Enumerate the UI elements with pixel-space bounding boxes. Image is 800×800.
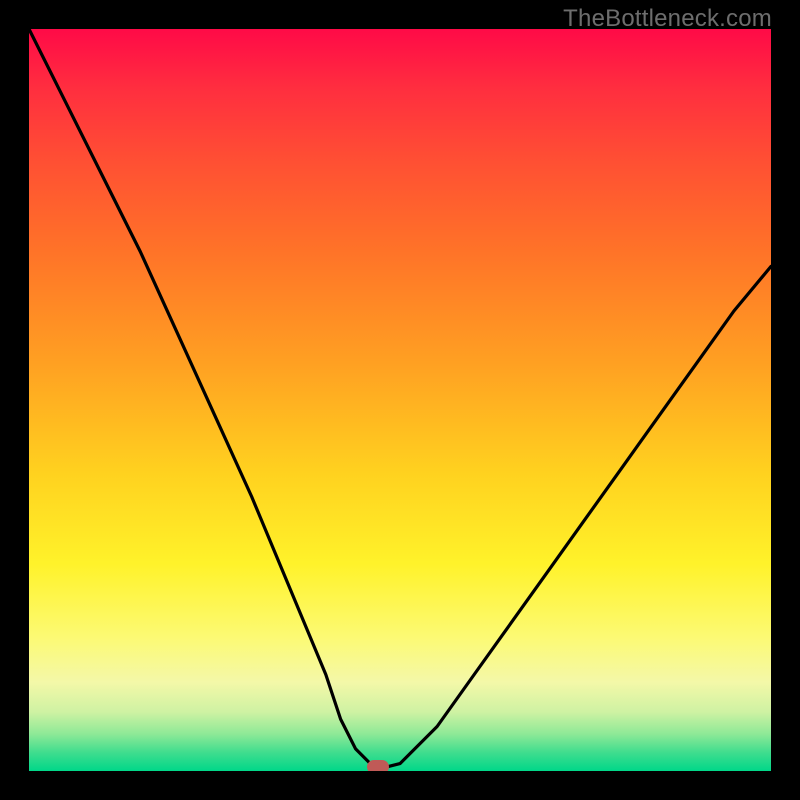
watermark-text: TheBottleneck.com [563,5,772,33]
bottleneck-curve [29,29,771,771]
plot-area [29,29,771,771]
minimum-marker [367,760,389,771]
outer-frame: TheBottleneck.com [0,0,800,800]
